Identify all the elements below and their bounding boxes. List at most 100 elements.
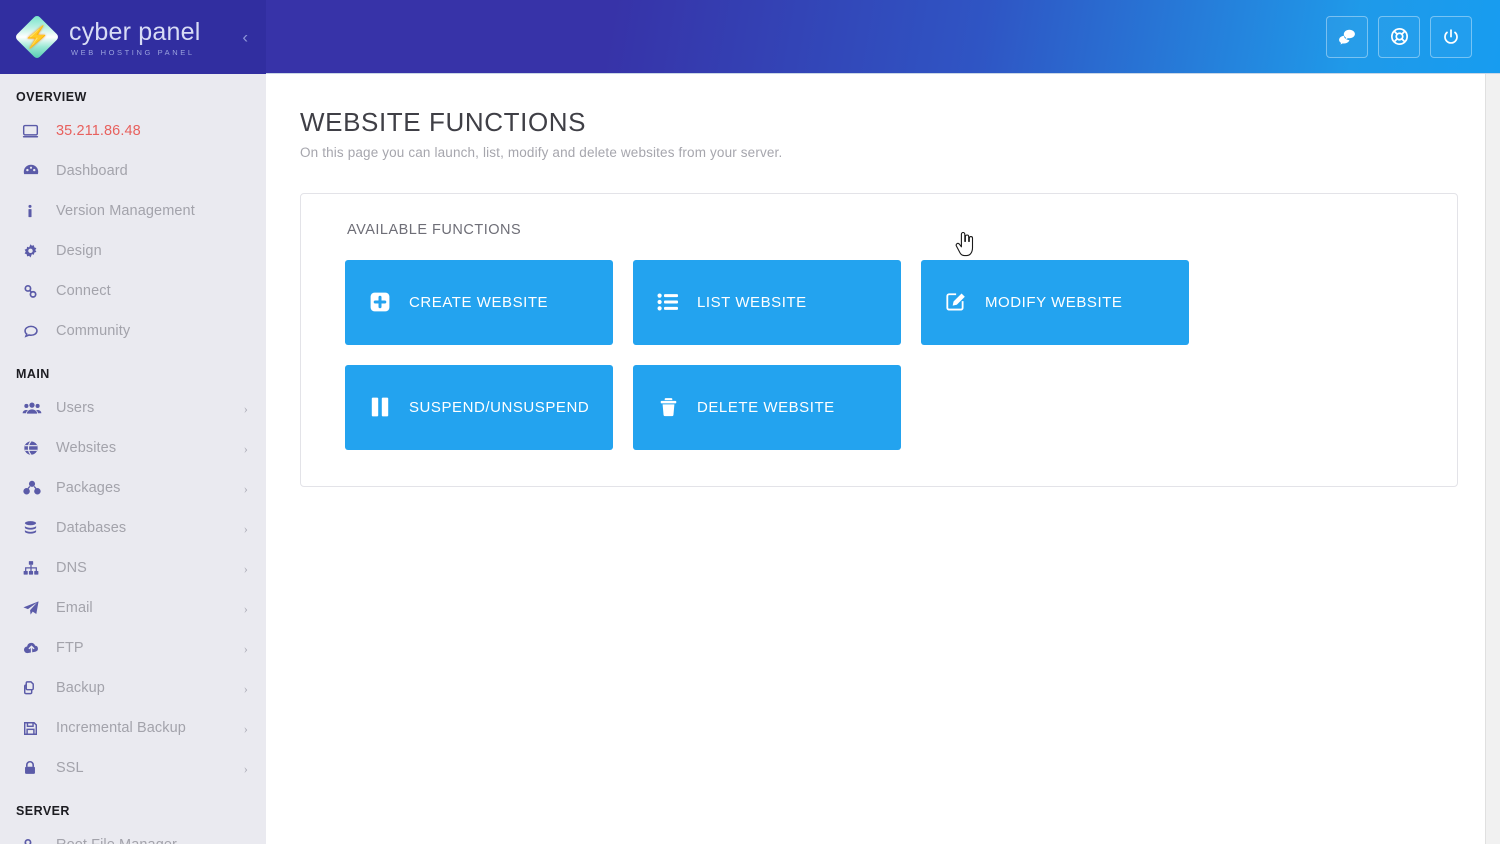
chevron-right-icon: ›: [243, 720, 248, 736]
sidebar-section-overview: OVERVIEW: [16, 90, 87, 104]
function-button-label: MODIFY WEBSITE: [985, 293, 1123, 311]
support-button[interactable]: [1378, 15, 1420, 58]
create-website-button[interactable]: CREATE WEBSITE: [345, 259, 613, 345]
cloud-upload-icon: [22, 640, 48, 657]
sidebar-item-label: Design: [56, 243, 102, 259]
pause-icon: [365, 396, 395, 418]
brand-text: cyber panel WEB HOSTING PANEL: [69, 17, 201, 57]
sidebar-item-databases[interactable]: Databases ›: [0, 508, 266, 548]
list-website-button[interactable]: LIST WEBSITE: [633, 259, 901, 345]
cyberpanel-logo-icon: ⚡: [14, 14, 60, 60]
sidebar-item-connect[interactable]: Connect: [0, 271, 266, 311]
lifering-icon: [1389, 26, 1410, 47]
sidebar-item-label: Websites: [56, 440, 117, 456]
sidebar-item-label: Dashboard: [56, 163, 128, 179]
plus-square-icon: [365, 291, 395, 313]
gauge-icon: [22, 162, 48, 180]
delete-website-button[interactable]: DELETE WEBSITE: [633, 364, 901, 450]
function-button-label: LIST WEBSITE: [697, 293, 807, 311]
main-area: WEBSITE FUNCTIONS On this page you can l…: [266, 0, 1500, 844]
chevron-right-icon: ›: [243, 520, 248, 536]
modify-website-button[interactable]: MODIFY WEBSITE: [921, 259, 1189, 345]
sidebar-item-label: Packages: [56, 480, 121, 496]
sidebar-collapse-chevron-left-icon[interactable]: ‹: [242, 29, 248, 46]
edit-square-icon: [941, 291, 971, 313]
app-root: ⚡ cyber panel WEB HOSTING PANEL ‹ OVERVI…: [0, 0, 1500, 844]
sidebar-item-server-ip[interactable]: 35.211.86.48: [0, 111, 266, 151]
chevron-right-icon: ›: [243, 640, 248, 656]
sidebar-item-dashboard[interactable]: Dashboard: [0, 151, 266, 191]
paper-plane-icon: [22, 599, 48, 617]
sidebar-item-dns[interactable]: DNS ›: [0, 548, 266, 588]
chevron-right-icon: ›: [243, 480, 248, 496]
vertical-scrollbar[interactable]: [1485, 74, 1500, 844]
suspend-unsuspend-button[interactable]: SUSPEND/UNSUSPEND: [345, 364, 613, 450]
topbar: [266, 0, 1500, 74]
users-icon: [22, 400, 48, 417]
globe-icon: [22, 439, 48, 457]
brand-header: ⚡ cyber panel WEB HOSTING PANEL ‹: [0, 0, 266, 74]
sidebar-item-label: Backup: [56, 680, 105, 696]
sidebar-item-ftp[interactable]: FTP ›: [0, 628, 266, 668]
sidebar-item-packages[interactable]: Packages ›: [0, 468, 266, 508]
list-icon: [653, 292, 683, 312]
gear-icon: [22, 243, 48, 260]
link-icon: [22, 837, 48, 844]
panel-heading: AVAILABLE FUNCTIONS: [347, 221, 522, 238]
sidebar-section-main: MAIN: [16, 367, 50, 381]
brand-subtitle: WEB HOSTING PANEL: [71, 47, 195, 57]
sidebar-item-label: Version Management: [56, 203, 195, 219]
function-button-label: CREATE WEBSITE: [409, 293, 549, 311]
sidebar-item-version-management[interactable]: Version Management: [0, 191, 266, 231]
sidebar-item-label: FTP: [56, 640, 84, 656]
sidebar-item-users[interactable]: Users ›: [0, 388, 266, 428]
chat-icon: [1337, 27, 1357, 47]
sidebar-item-websites[interactable]: Websites ›: [0, 428, 266, 468]
brand-title: cyber panel: [69, 18, 201, 47]
sidebar-item-label: Email: [56, 600, 93, 616]
sidebar-item-incremental-backup[interactable]: Incremental Backup ›: [0, 708, 266, 748]
sidebar-item-ssl[interactable]: SSL ›: [0, 748, 266, 788]
info-icon: [22, 203, 48, 220]
page-subtitle: On this page you can launch, list, modif…: [300, 144, 783, 160]
function-button-label: DELETE WEBSITE: [697, 398, 835, 416]
sidebar-item-label: 35.211.86.48: [56, 123, 141, 139]
chevron-right-icon: ›: [243, 760, 248, 776]
power-icon: [1441, 27, 1461, 47]
save-icon: [22, 720, 48, 737]
sidebar-item-label: Users: [56, 400, 95, 416]
comment-icon: [22, 323, 48, 340]
power-button[interactable]: [1430, 15, 1472, 58]
monitor-icon: [22, 123, 48, 140]
sitemap-icon: [22, 559, 48, 577]
sidebar-item-root-file-manager[interactable]: Root File Manager: [0, 825, 266, 844]
available-functions-panel: AVAILABLE FUNCTIONS CREATE WEBSITE LIST …: [300, 192, 1458, 487]
sidebar-item-label: Root File Manager: [56, 837, 177, 844]
page-title: WEBSITE FUNCTIONS: [300, 107, 587, 137]
chat-button[interactable]: [1326, 15, 1368, 58]
function-button-label: SUSPEND/UNSUSPEND: [409, 398, 590, 416]
chevron-right-icon: ›: [243, 400, 248, 416]
sidebar-item-label: Connect: [56, 283, 111, 299]
function-button-grid: CREATE WEBSITE LIST WEBSITE MODIFY WEBSI…: [345, 259, 1233, 450]
copy-icon: [22, 679, 48, 697]
sidebar-item-backup[interactable]: Backup ›: [0, 668, 266, 708]
chevron-right-icon: ›: [243, 560, 248, 576]
page-content: WEBSITE FUNCTIONS On this page you can l…: [266, 74, 1500, 487]
database-icon: [22, 519, 48, 537]
lock-icon: [22, 759, 48, 777]
chevron-right-icon: ›: [243, 440, 248, 456]
link-icon: [22, 283, 48, 300]
sidebar-item-email[interactable]: Email ›: [0, 588, 266, 628]
packages-icon: [22, 479, 48, 497]
chevron-right-icon: ›: [243, 600, 248, 616]
sidebar-item-label: Community: [56, 323, 131, 339]
sidebar-nav: OVERVIEW 35.211.86.48 Dashboard Version …: [0, 74, 266, 844]
sidebar-item-label: DNS: [56, 560, 87, 576]
sidebar-item-label: SSL: [56, 760, 84, 776]
sidebar-item-design[interactable]: Design: [0, 231, 266, 271]
sidebar: ⚡ cyber panel WEB HOSTING PANEL ‹ OVERVI…: [0, 0, 266, 844]
trash-icon: [653, 396, 683, 418]
sidebar-item-label: Databases: [56, 520, 127, 536]
sidebar-item-community[interactable]: Community: [0, 311, 266, 351]
